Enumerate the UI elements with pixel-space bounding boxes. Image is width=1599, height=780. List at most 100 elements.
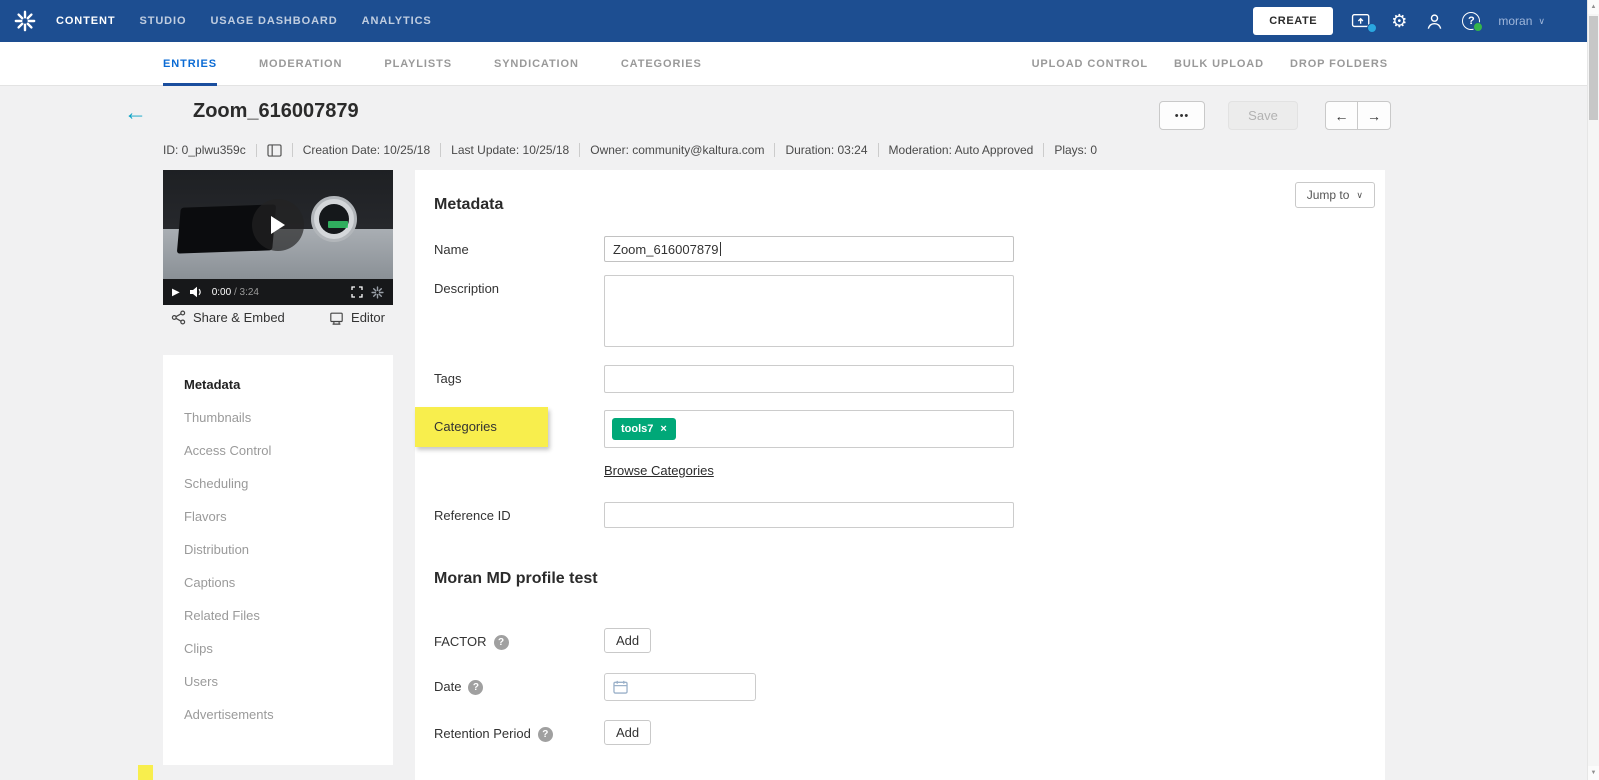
editor-icon: [330, 312, 343, 325]
scroll-up-arrow[interactable]: ▲: [1588, 0, 1599, 14]
link-upload-control[interactable]: UPLOAD CONTROL: [1032, 58, 1148, 70]
user-name: moran: [1498, 14, 1533, 28]
player-time: 0:00 / 3:24: [212, 287, 259, 298]
video-thumbnail[interactable]: [163, 170, 393, 279]
video-player: ▶ 0:00 / 3:24: [163, 170, 393, 305]
retention-row: Retention Period ? Add: [434, 720, 1365, 745]
plays-count: Plays: 0: [1043, 143, 1107, 157]
factor-help-icon[interactable]: ?: [493, 635, 509, 650]
factor-add-button[interactable]: Add: [604, 628, 652, 653]
current-time: 0:00: [211, 286, 232, 298]
section-item-distribution[interactable]: Distribution: [163, 533, 393, 566]
chip-close-icon[interactable]: ×: [660, 423, 666, 435]
tab-entries[interactable]: ENTRIES: [163, 42, 217, 86]
tab-playlists[interactable]: PLAYLISTS: [384, 42, 452, 86]
media-actions: Share & Embed Editor: [163, 310, 393, 325]
text-caret: [719, 242, 721, 256]
nav-item-analytics[interactable]: ANALYTICS: [362, 15, 432, 27]
player-right-controls: [351, 285, 384, 299]
jump-to-button[interactable]: Jump to ∨: [1294, 182, 1375, 208]
create-button[interactable]: CREATE: [1253, 7, 1334, 35]
retention-label: Retention Period: [434, 726, 531, 741]
tags-row: Tags: [434, 365, 1365, 393]
retention-help-icon[interactable]: ?: [537, 727, 553, 742]
name-label: Name: [434, 242, 469, 257]
topnav-right-group: CREATE ⚙ ? moran ∨: [1253, 7, 1545, 35]
tab-syndication[interactable]: SYNDICATION: [494, 42, 579, 86]
section-item-thumbnails[interactable]: Thumbnails: [163, 401, 393, 434]
reference-id-row: Reference ID: [434, 502, 1365, 528]
description-input[interactable]: [604, 275, 1014, 347]
editor-link[interactable]: Editor: [329, 310, 385, 325]
nav-item-content[interactable]: CONTENT: [56, 15, 115, 27]
next-entry-button[interactable]: →: [1358, 101, 1391, 130]
custom-schema-heading: Moran MD profile test: [434, 570, 598, 587]
help-icon[interactable]: ?: [1462, 12, 1484, 32]
link-bulk-upload[interactable]: BULK UPLOAD: [1174, 58, 1264, 70]
player-play-icon[interactable]: ▶: [172, 287, 180, 298]
thumbnail-clock-shape: [311, 196, 357, 242]
highlight-fragment: [138, 765, 153, 780]
upload-monitor-icon[interactable]: [1351, 12, 1378, 33]
retention-label-wrap: Retention Period ?: [434, 720, 604, 745]
metadata-heading: Metadata: [434, 196, 504, 213]
calendar-icon: [613, 680, 628, 694]
retention-add-button[interactable]: Add: [604, 720, 652, 745]
date-label-wrap: Date ?: [434, 673, 604, 701]
scroll-down-arrow[interactable]: ▼: [1588, 766, 1599, 780]
section-item-scheduling[interactable]: Scheduling: [163, 467, 393, 500]
reference-id-input[interactable]: [604, 502, 1014, 528]
date-input[interactable]: [604, 673, 756, 701]
factor-row: FACTOR ? Add: [434, 628, 1365, 653]
tab-categories[interactable]: CATEGORIES: [621, 42, 702, 86]
section-item-advertisements[interactable]: Advertisements: [163, 698, 393, 731]
category-chip-label: tools7: [621, 423, 654, 435]
description-label: Description: [434, 281, 500, 296]
back-arrow-icon[interactable]: ←: [124, 99, 147, 126]
section-item-metadata[interactable]: Metadata: [163, 368, 393, 401]
scrollbar-track[interactable]: [1588, 14, 1599, 766]
name-value: Zoom_616007879: [613, 241, 719, 257]
nav-item-usage-dashboard[interactable]: USAGE DASHBOARD: [210, 15, 337, 27]
entry-pager: ← →: [1325, 101, 1391, 130]
tab-moderation[interactable]: MODERATION: [259, 42, 342, 86]
more-actions-button[interactable]: •••: [1159, 101, 1205, 130]
nav-item-studio[interactable]: STUDIO: [139, 15, 186, 27]
fullscreen-icon[interactable]: [351, 286, 363, 298]
date-help-icon[interactable]: ?: [468, 680, 484, 695]
kaltura-logo-icon[interactable]: [12, 8, 38, 34]
name-input[interactable]: Zoom_616007879: [604, 236, 1014, 262]
share-embed-link[interactable]: Share & Embed: [171, 310, 285, 325]
section-item-clips[interactable]: Clips: [163, 632, 393, 665]
last-update: Last Update: 10/25/18: [440, 143, 579, 157]
section-item-access-control[interactable]: Access Control: [163, 434, 393, 467]
categories-label-wrap: Categories: [415, 407, 604, 448]
gear-icon[interactable]: ⚙: [1391, 12, 1407, 30]
section-item-users[interactable]: Users: [163, 665, 393, 698]
save-button[interactable]: Save: [1228, 101, 1298, 130]
previous-entry-button[interactable]: ←: [1325, 101, 1358, 130]
section-item-related-files[interactable]: Related Files: [163, 599, 393, 632]
categories-input[interactable]: tools7 ×: [604, 410, 1014, 448]
tags-input[interactable]: [604, 365, 1014, 393]
total-time: / 3:24: [233, 286, 259, 298]
categories-label: Categories: [434, 419, 497, 434]
link-drop-folders[interactable]: DROP FOLDERS: [1290, 58, 1388, 70]
clock-digits: [328, 221, 348, 228]
duration: Duration: 03:24: [774, 143, 877, 157]
entry-title: Zoom_616007879: [193, 100, 359, 122]
browse-categories-row: Browse Categories: [604, 456, 1365, 480]
user-profile-icon[interactable]: [1425, 12, 1444, 31]
date-row: Date ?: [434, 673, 1365, 701]
scrollbar-thumb[interactable]: [1589, 16, 1598, 120]
browse-categories-link[interactable]: Browse Categories: [604, 463, 714, 478]
user-menu[interactable]: moran ∨: [1498, 14, 1545, 28]
chevron-down-icon: ∨: [1356, 189, 1363, 200]
vertical-scrollbar[interactable]: ▲ ▼: [1587, 0, 1599, 780]
creation-date: Creation Date: 10/25/18: [291, 143, 440, 157]
play-button[interactable]: [252, 198, 304, 251]
section-item-flavors[interactable]: Flavors: [163, 500, 393, 533]
help-badge: [1473, 22, 1484, 32]
section-item-captions[interactable]: Captions: [163, 566, 393, 599]
volume-icon[interactable]: [189, 286, 203, 298]
